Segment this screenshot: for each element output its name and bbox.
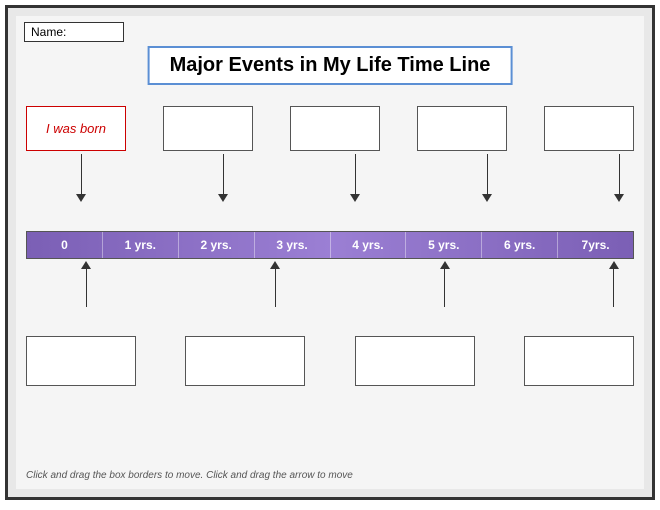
- event-box-top-3[interactable]: [417, 106, 507, 151]
- arrow-down-4: [614, 154, 624, 202]
- arrow-head: [218, 194, 228, 202]
- arrow-down-3: [482, 154, 492, 202]
- arrow-head: [350, 194, 360, 202]
- arrow-head-up: [609, 261, 619, 269]
- arrow-up-1: [270, 261, 280, 307]
- page-title: Major Events in My Life Time Line: [148, 46, 513, 85]
- event-box-bottom-1[interactable]: [185, 336, 305, 386]
- arrow-line: [81, 154, 82, 194]
- arrow-line-up: [275, 269, 276, 307]
- event-box-top-2[interactable]: [290, 106, 380, 151]
- outer-border: Name: Major Events in My Life Time Line …: [5, 5, 655, 500]
- timeline-label-0: 0: [27, 232, 102, 258]
- arrow-head-up: [270, 261, 280, 269]
- arrow-line: [223, 154, 224, 194]
- event-box-top-4[interactable]: [544, 106, 634, 151]
- arrow-down-0: [76, 154, 86, 202]
- footer-instruction: Click and drag the box borders to move. …: [26, 470, 353, 481]
- arrow-up-3: [609, 261, 619, 307]
- arrow-down-2: [350, 154, 360, 202]
- arrows-top-row: [26, 154, 634, 202]
- arrow-head: [482, 194, 492, 202]
- arrow-line: [487, 154, 488, 194]
- timeline-label-3: 3 yrs.: [254, 232, 330, 258]
- arrow-head-up: [440, 261, 450, 269]
- timeline-label-6: 6 yrs.: [481, 232, 557, 258]
- name-field[interactable]: Name:: [24, 22, 124, 42]
- event-box-top-1[interactable]: [163, 106, 253, 151]
- arrow-head: [614, 194, 624, 202]
- event-box-bottom-2[interactable]: [355, 336, 475, 386]
- arrow-head-up: [81, 261, 91, 269]
- top-boxes-row: I was born: [26, 106, 634, 151]
- timeline-bar: 0 1 yrs. 2 yrs. 3 yrs. 4 yrs. 5 yrs. 6 y…: [26, 231, 634, 259]
- arrow-line: [355, 154, 356, 194]
- arrow-line: [619, 154, 620, 194]
- timeline-label-1: 1 yrs.: [102, 232, 178, 258]
- arrow-down-1: [218, 154, 228, 202]
- arrow-up-0: [81, 261, 91, 307]
- event-box-bottom-3[interactable]: [524, 336, 634, 386]
- arrow-up-2: [440, 261, 450, 307]
- arrow-line-up: [613, 269, 614, 307]
- timeline-label-4: 4 yrs.: [330, 232, 406, 258]
- arrows-bottom-row: [26, 261, 634, 307]
- event-box-bottom-0[interactable]: [26, 336, 136, 386]
- inner-area: Name: Major Events in My Life Time Line …: [16, 16, 644, 489]
- name-label: Name:: [31, 25, 66, 39]
- timeline-label-5: 5 yrs.: [405, 232, 481, 258]
- timeline-label-7: 7yrs.: [557, 232, 633, 258]
- bottom-boxes-row: [26, 336, 634, 386]
- timeline-label-2: 2 yrs.: [178, 232, 254, 258]
- arrow-head: [76, 194, 86, 202]
- arrow-line-up: [86, 269, 87, 307]
- arrow-line-up: [444, 269, 445, 307]
- event-box-born[interactable]: I was born: [26, 106, 126, 151]
